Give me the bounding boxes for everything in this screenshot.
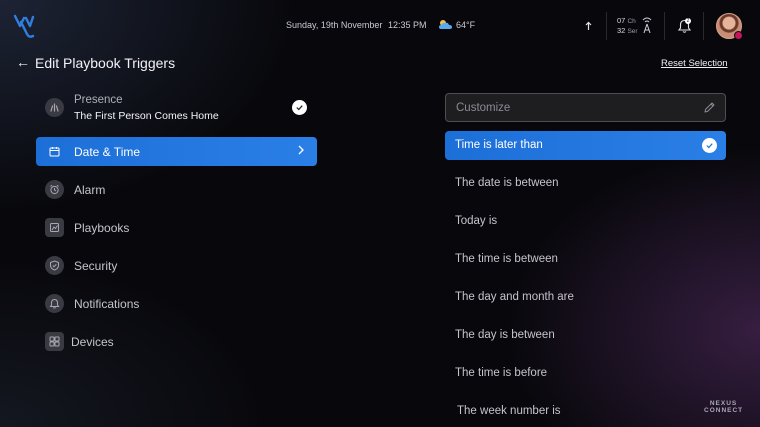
notification-badge: 2 [685,18,691,24]
date-text: Sunday, 19th November [286,20,383,30]
option-time-later-than[interactable]: Time is later than [445,131,726,160]
menu-item-alarm[interactable]: Alarm [36,175,317,204]
menu-item-label: Devices [71,335,114,349]
option-label: The week number is [457,405,561,417]
time-text: 12:35 PM [388,20,427,30]
avatar-badge [734,31,743,40]
option-time-before[interactable]: The time is before [445,359,726,388]
option-day-between[interactable]: The day is between [445,321,726,350]
option-day-month-are[interactable]: The day and month are [445,283,726,312]
option-label: The day is between [455,329,555,341]
option-week-number[interactable]: The week number is [445,397,726,426]
customize-input[interactable]: Customize [445,93,726,122]
menu-item-label: Alarm [74,183,106,197]
devices-icon [45,332,64,351]
brand-logo: NEXUS CONNECT [704,400,743,414]
shield-icon [45,256,64,275]
topbar-divider [664,12,665,40]
option-date-between[interactable]: The date is between [445,169,726,198]
chevron-right-icon [298,145,304,155]
playbook-icon [45,218,64,237]
option-label: The day and month are [455,291,574,303]
page-title: Edit Playbook Triggers [35,55,176,71]
antenna-signal-icon [642,17,652,34]
menu-item-label: Date & Time [74,145,141,159]
customize-placeholder: Customize [456,102,511,114]
option-label: The time is before [455,367,548,379]
presence-icon [45,98,64,117]
upload-arrow-icon[interactable] [585,21,592,31]
option-time-between[interactable]: The time is between [445,245,726,274]
presence-label: Presence [74,94,123,106]
menu-item-label: Playbooks [74,221,130,235]
topbar-divider [606,12,607,40]
menu-item-label: Notifications [74,297,140,311]
pencil-icon[interactable] [703,101,716,114]
service-label: Ser [627,28,638,35]
option-label: The date is between [455,177,559,189]
weather-cloud-icon [439,20,452,29]
channel-label: Ch [627,18,636,25]
channel-indicator[interactable]: 07 Ch 32 Ser [617,16,638,36]
notification-icon [45,294,64,313]
option-label: The time is between [455,253,558,265]
temperature-text: 64°F [456,20,476,30]
calendar-icon [45,142,64,161]
alarm-clock-icon [45,180,64,199]
option-today-is[interactable]: Today is [445,207,726,236]
presence-check-icon [292,100,307,115]
presence-value: The First Person Comes Home [74,110,219,122]
menu-item-date-time[interactable]: Date & Time [36,137,317,166]
channel-number: 07 [617,16,626,25]
menu-item-security[interactable]: Security [36,251,317,280]
option-label: Today is [455,215,498,227]
menu-item-notifications[interactable]: Notifications [36,289,317,318]
back-arrow-icon[interactable]: ← [16,54,30,70]
option-label: Time is later than [455,139,543,151]
brand-line1: NEXUS [709,400,738,407]
app-logo [13,14,35,38]
reset-selection-link[interactable]: Reset Selection [661,58,728,69]
option-check-icon [702,138,717,153]
service-number: 32 [617,26,626,35]
menu-item-label: Security [74,259,118,273]
menu-item-devices[interactable]: Devices [36,327,317,356]
topbar-divider [703,12,704,40]
menu-item-playbooks[interactable]: Playbooks [36,213,317,242]
brand-line2: CONNECT [704,407,744,414]
